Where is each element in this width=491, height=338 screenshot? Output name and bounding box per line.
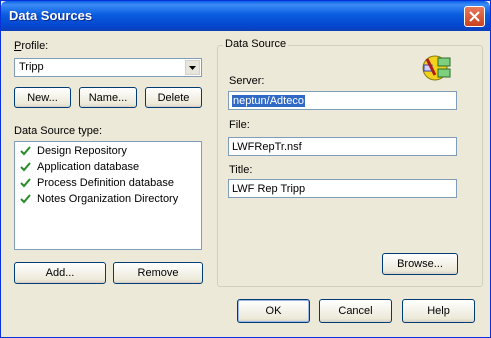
profile-value: Tripp (19, 61, 44, 73)
cancel-button[interactable]: Cancel (319, 299, 392, 323)
list-item-label: Process Definition database (37, 177, 174, 189)
profile-label: Profile: (14, 40, 49, 52)
checkmark-icon (20, 162, 31, 172)
data-source-icon (422, 55, 451, 81)
data-source-type-list[interactable]: Design Repository Application database P… (14, 141, 202, 250)
list-item[interactable]: Design Repository (19, 145, 127, 157)
remove-button-label: Remove (137, 267, 179, 279)
close-button[interactable] (464, 6, 485, 27)
name-button-label: Name... (88, 91, 128, 104)
data-source-group-title: Data Source (223, 38, 289, 50)
list-item-label: Application database (37, 161, 140, 173)
checkmark-icon (20, 194, 31, 204)
dropdown-arrow-icon[interactable] (185, 60, 200, 75)
data-source-type-label: Data Source type: (14, 125, 103, 137)
window-title: Data Sources (9, 8, 93, 23)
file-label: File: (229, 119, 250, 131)
server-value: neptun/Adteco (232, 95, 305, 107)
list-item-label: Design Repository (37, 145, 127, 157)
title-field[interactable]: LWF Rep Tripp (228, 179, 457, 198)
delete-button[interactable]: Delete (145, 87, 202, 108)
name-button[interactable]: Name... (79, 87, 137, 108)
data-sources-dialog: Data Sources Profile: Tripp New... Name.… (0, 0, 491, 338)
ok-button-label: OK (265, 305, 282, 317)
new-button-label: New... (27, 91, 58, 104)
add-button-label: Add... (45, 267, 75, 279)
ok-button[interactable]: OK (237, 299, 310, 323)
server-field[interactable]: neptun/Adteco (228, 91, 457, 110)
help-button-label: Help (427, 305, 450, 317)
file-field[interactable]: LWFRepTr.nsf (228, 137, 457, 156)
add-button[interactable]: Add... (14, 262, 106, 284)
help-button[interactable]: Help (402, 299, 475, 323)
browse-button[interactable]: Browse... (382, 253, 458, 275)
title-label: Title: (229, 164, 253, 176)
list-item-label: Notes Organization Directory (37, 193, 179, 205)
list-item[interactable]: Process Definition database (19, 177, 174, 189)
delete-button-label: Delete (157, 91, 190, 104)
list-item[interactable]: Notes Organization Directory (19, 193, 178, 205)
checkmark-icon (20, 178, 31, 188)
cancel-button-label: Cancel (338, 305, 373, 317)
title-value: LWF Rep Tripp (232, 183, 306, 195)
title-bar[interactable]: Data Sources (1, 1, 490, 31)
file-value: LWFRepTr.nsf (232, 141, 302, 153)
profile-combobox[interactable]: Tripp (14, 58, 202, 77)
remove-button[interactable]: Remove (113, 262, 203, 284)
checkmark-icon (20, 146, 31, 156)
browse-button-label: Browse... (397, 258, 443, 270)
server-label: Server: (229, 75, 265, 87)
new-button[interactable]: New... (14, 87, 71, 108)
list-item[interactable]: Application database (19, 161, 139, 173)
close-icon (469, 11, 480, 22)
